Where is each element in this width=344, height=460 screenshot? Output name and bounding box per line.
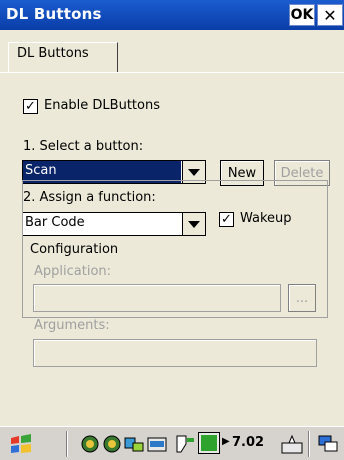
scanner-icon[interactable] — [174, 434, 196, 454]
enable-dlbuttons-label: Enable DLButtons — [44, 98, 160, 113]
application-input[interactable] — [33, 284, 281, 312]
taskbar: ▶ 7.02 — [0, 426, 344, 460]
connection-icon[interactable] — [124, 434, 144, 454]
application-label: Application: — [34, 264, 112, 279]
taskbar-value: 7.02 — [232, 435, 265, 450]
enable-dlbuttons-checkbox[interactable]: ✓ — [23, 99, 38, 114]
taskbar-divider — [66, 431, 68, 457]
arguments-label: Arguments: — [34, 318, 110, 333]
close-button[interactable]: ✕ — [317, 4, 343, 26]
taskbar-divider — [308, 431, 310, 457]
play-arrow-icon: ▶ — [222, 436, 230, 447]
battery-level — [201, 435, 217, 451]
window-title: DL Buttons — [6, 5, 102, 23]
tab-dl-buttons[interactable]: DL Buttons — [8, 42, 118, 72]
windows-icon[interactable] — [316, 434, 340, 454]
network-icon[interactable] — [102, 434, 122, 454]
browse-button[interactable]: ... — [288, 284, 316, 312]
tab-strip: DL Buttons — [0, 30, 344, 74]
ok-button[interactable]: OK — [289, 4, 315, 26]
network-icon[interactable] — [80, 434, 100, 454]
arguments-input[interactable] — [33, 339, 317, 367]
battery-icon — [198, 432, 220, 454]
start-icon[interactable] — [8, 434, 34, 454]
title-bar: DL Buttons OK ✕ — [0, 0, 344, 30]
keyboard-123-icon[interactable] — [146, 434, 168, 454]
configuration-title: Configuration — [28, 242, 121, 257]
input-panel-icon[interactable] — [280, 434, 304, 454]
select-button-label: 1. Select a button: — [23, 139, 144, 154]
